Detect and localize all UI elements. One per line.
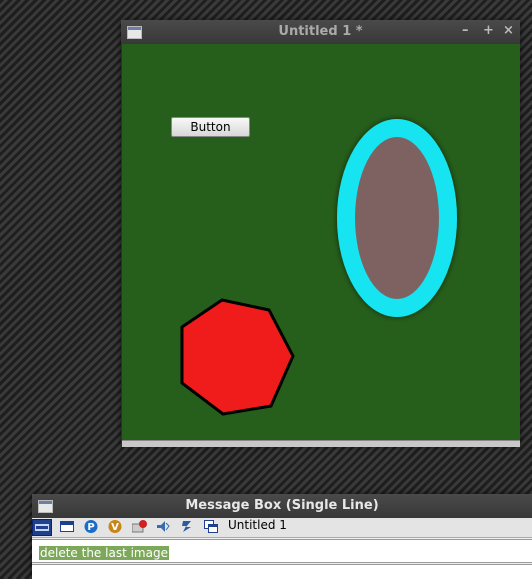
message-toolbar: P V Untitled 1 — [32, 518, 532, 538]
text-box-icon[interactable] — [32, 519, 52, 536]
message-window-title: Message Box (Single Line) — [185, 498, 379, 513]
svg-text:V: V — [111, 522, 119, 533]
heptagon-shape[interactable] — [180, 298, 295, 416]
p-icon[interactable]: P — [82, 519, 102, 536]
input-selected-text: delete the last image — [39, 546, 169, 560]
ellipse-fill — [355, 137, 439, 299]
window-icon[interactable] — [58, 519, 78, 536]
message-box-window: Message Box (Single Line) P V Untitled 1… — [32, 494, 532, 579]
message-window-titlebar[interactable]: Message Box (Single Line) — [32, 494, 532, 518]
canvas-window: Untitled 1 * – + × Button — [121, 20, 520, 447]
canvas-window-titlebar[interactable]: Untitled 1 * – + × — [121, 20, 520, 44]
canvas-bottom-border — [122, 440, 520, 447]
v-icon[interactable]: V — [106, 519, 126, 536]
windows-icon[interactable] — [202, 519, 222, 536]
document-label: Untitled 1 — [228, 518, 287, 532]
minimize-button[interactable]: – — [462, 23, 469, 38]
speaker-icon[interactable] — [154, 519, 174, 536]
canvas-window-title: Untitled 1 * — [278, 24, 363, 39]
close-button[interactable]: × — [503, 23, 514, 38]
svg-text:P: P — [87, 522, 94, 533]
message-output-area — [32, 564, 532, 579]
single-line-input[interactable]: delete the last image — [32, 539, 532, 563]
drawing-canvas[interactable]: Button — [122, 44, 520, 440]
sound-icon[interactable] — [178, 519, 198, 536]
maximize-button[interactable]: + — [483, 23, 494, 38]
canvas-shapes — [180, 119, 457, 416]
mail-icon[interactable] — [130, 519, 150, 536]
canvas-button[interactable]: Button — [171, 117, 250, 137]
